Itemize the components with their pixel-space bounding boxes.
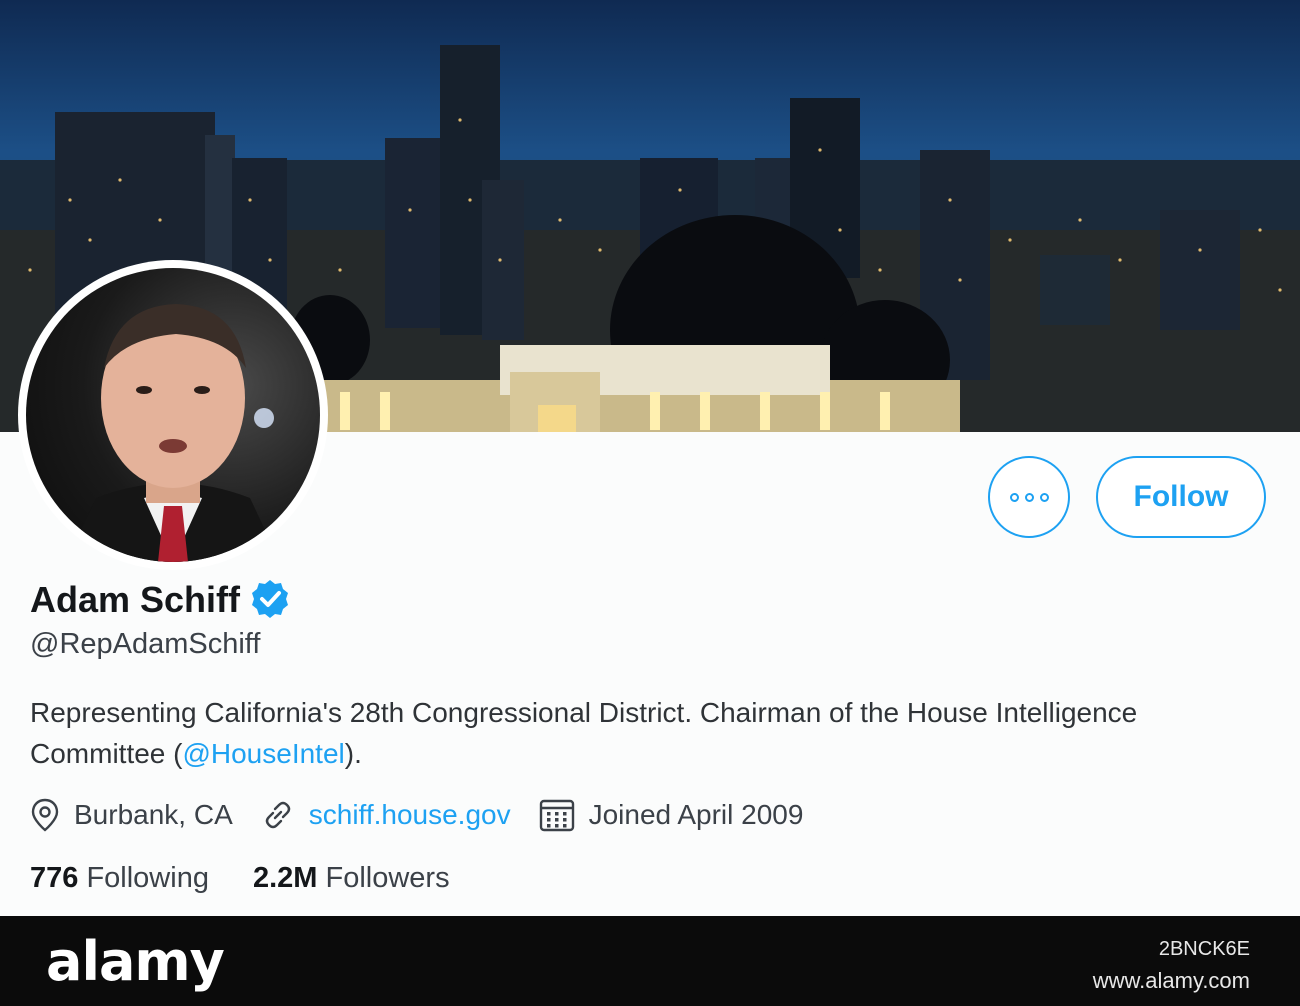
avatar-photo [26, 268, 320, 562]
watermark-site: www.alamy.com [1092, 968, 1250, 993]
profile-stats: 776 Following 2.2M Followers [30, 862, 494, 895]
website-item: schiff.house.gov [261, 798, 511, 832]
website-link[interactable]: schiff.house.gov [309, 799, 511, 831]
location-pin-icon [31, 798, 59, 832]
profile-name: Adam Schiff [30, 579, 241, 620]
bio-mention-link[interactable]: @HouseIntel [182, 738, 344, 769]
location-text: Burbank, CA [74, 799, 233, 830]
calendar-icon [539, 799, 574, 832]
profile-name-row: Adam Schiff [30, 578, 292, 622]
profile-meta: Burbank, CA schiff.house.gov Joined Apri… [30, 798, 831, 832]
following-label: Following [86, 862, 209, 894]
link-icon [265, 801, 290, 829]
following-stat[interactable]: 776 Following [30, 862, 209, 895]
more-options-button[interactable] [988, 456, 1070, 538]
verified-badge-icon [252, 580, 289, 618]
watermark-footer: alamy 2BNCK6E www.alamy.com [0, 916, 1300, 1006]
followers-count: 2.2M [252, 862, 318, 894]
location-item: Burbank, CA [30, 798, 233, 832]
profile-handle: @RepAdamSchiff [30, 628, 261, 660]
watermark-image-code: 2BNCK6E [1158, 938, 1250, 960]
profile-avatar[interactable] [18, 260, 328, 570]
joined-item: Joined April 2009 [539, 798, 804, 832]
followers-stat[interactable]: 2.2M Followers [253, 862, 450, 895]
bio-text-end: ). [344, 738, 362, 769]
following-count: 776 [30, 862, 79, 894]
joined-text: Joined April 2009 [588, 799, 804, 830]
more-horizontal-icon [1007, 492, 1052, 502]
watermark-logo: alamy [46, 930, 225, 993]
follow-button[interactable]: Follow [1096, 456, 1266, 538]
followers-label: Followers [325, 862, 450, 894]
profile-bio: Representing California's 28th Congressi… [30, 692, 1230, 774]
